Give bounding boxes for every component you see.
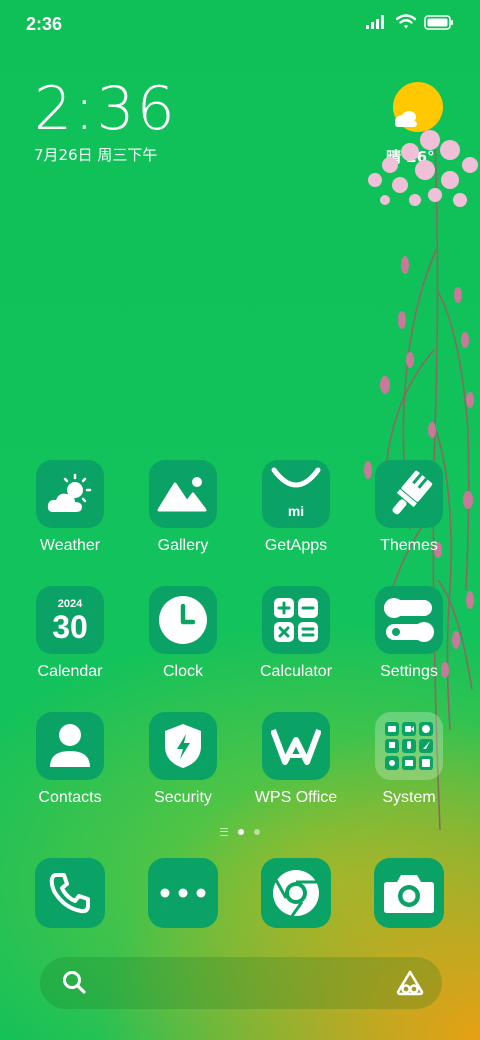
weather-icon xyxy=(47,473,92,512)
app-label: Weather xyxy=(39,537,101,554)
getapps-icon: mi xyxy=(271,467,321,519)
calculator-icon xyxy=(274,598,318,642)
search-bar[interactable] xyxy=(40,957,442,1009)
wifi-icon xyxy=(396,14,416,29)
getapps-app-tile[interactable]: mi xyxy=(262,460,330,528)
page-indicator[interactable] xyxy=(0,828,480,836)
more-dots-icon xyxy=(160,888,206,898)
app-weather[interactable]: Weather xyxy=(14,460,126,555)
clock-app-tile[interactable] xyxy=(149,586,217,654)
app-gallery[interactable]: Gallery xyxy=(127,460,239,555)
dock-more[interactable] xyxy=(127,858,239,928)
calendar-app-tile[interactable]: 2024 30 xyxy=(36,586,104,654)
app-calendar[interactable]: 2024 30 Calendar xyxy=(14,586,126,681)
calendar-day: 30 xyxy=(52,609,88,645)
app-wps-office[interactable]: WPS Office xyxy=(240,712,352,807)
clock-widget-time: 2:36 xyxy=(34,74,177,144)
chrome-icon xyxy=(273,870,319,917)
security-shield-icon xyxy=(165,724,201,768)
settings-toggle-icon xyxy=(384,598,434,642)
clock-icon xyxy=(159,596,207,644)
status-icons xyxy=(366,14,454,30)
system-folder-icon xyxy=(385,722,433,770)
status-bar: 2:36 xyxy=(0,0,480,50)
system-folder-tile[interactable] xyxy=(375,712,443,780)
dock-camera[interactable] xyxy=(353,858,465,928)
themes-brush-icon xyxy=(392,470,433,515)
clock-widget-date: 7月26日 周三下午 xyxy=(34,146,158,164)
camera-app-tile[interactable] xyxy=(374,858,444,928)
themes-app-tile[interactable] xyxy=(375,460,443,528)
chrome-app-tile[interactable] xyxy=(261,858,331,928)
wps-office-app-tile[interactable] xyxy=(262,712,330,780)
page-dot-active[interactable] xyxy=(238,829,244,835)
calculator-app-tile[interactable] xyxy=(262,586,330,654)
phone-icon xyxy=(49,873,90,914)
weather-app-tile[interactable] xyxy=(36,460,104,528)
app-label: Calculator xyxy=(259,663,333,680)
app-system-folder[interactable]: System xyxy=(353,712,465,807)
contacts-app-tile[interactable] xyxy=(36,712,104,780)
dock-phone[interactable] xyxy=(14,858,126,928)
app-label: Themes xyxy=(380,537,438,554)
phone-app-tile[interactable] xyxy=(35,858,105,928)
page-list-indicator[interactable] xyxy=(220,828,228,836)
app-getapps[interactable]: mi GetApps xyxy=(240,460,352,555)
app-calculator[interactable]: Calculator xyxy=(240,586,352,681)
signal-icon xyxy=(366,15,384,29)
search-icon[interactable] xyxy=(62,970,86,996)
settings-app-tile[interactable] xyxy=(375,586,443,654)
app-themes[interactable]: Themes xyxy=(353,460,465,555)
assistant-icon[interactable] xyxy=(396,970,424,996)
status-time: 2:36 xyxy=(26,14,63,34)
gallery-app-tile[interactable] xyxy=(149,460,217,528)
camera-icon xyxy=(384,875,434,913)
clock-widget[interactable]: 2:36 7月26日 周三下午 xyxy=(34,78,177,165)
app-security[interactable]: Security xyxy=(127,712,239,807)
app-label: WPS Office xyxy=(254,789,338,806)
app-label: System xyxy=(382,789,436,806)
more-app-tile[interactable] xyxy=(148,858,218,928)
app-label: Calendar xyxy=(37,663,103,680)
contacts-icon xyxy=(50,724,90,767)
gallery-icon xyxy=(157,477,207,512)
battery-icon xyxy=(424,14,453,30)
app-label: Security xyxy=(154,789,212,806)
security-app-tile[interactable] xyxy=(149,712,217,780)
app-clock[interactable]: Clock xyxy=(127,586,239,681)
app-contacts[interactable]: Contacts xyxy=(14,712,126,807)
app-label: Clock xyxy=(162,663,203,680)
app-label: GetApps xyxy=(264,537,328,554)
page-dot[interactable] xyxy=(254,829,260,835)
app-label: Contacts xyxy=(38,789,102,806)
wps-office-icon xyxy=(271,728,321,765)
app-settings[interactable]: Settings xyxy=(353,586,465,681)
app-label: Settings xyxy=(380,663,438,680)
app-label: Gallery xyxy=(157,537,209,554)
dock-chrome[interactable] xyxy=(240,858,352,928)
getapps-mi-text: mi xyxy=(288,503,304,519)
